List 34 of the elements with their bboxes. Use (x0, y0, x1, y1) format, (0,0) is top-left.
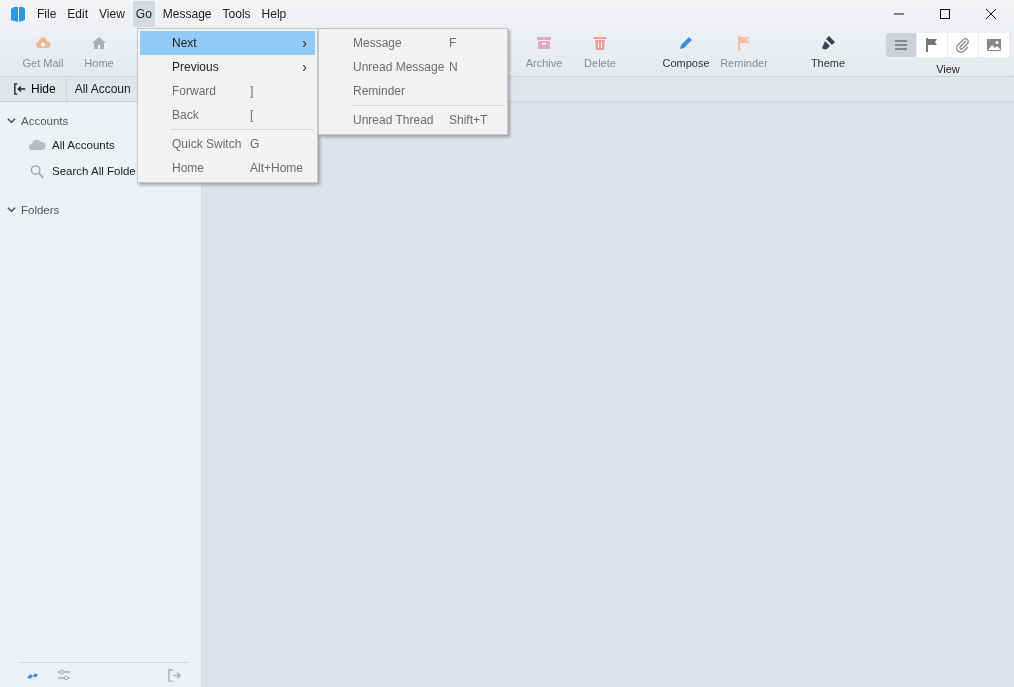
cloud-download-icon (35, 35, 51, 51)
app-logo-icon (10, 5, 26, 23)
collapse-sidebar-icon (14, 83, 26, 95)
toolbar-button[interactable]: Compose (658, 30, 714, 74)
folder-location-label: All Accoun (74, 82, 131, 96)
menu-bar-item[interactable]: View (96, 1, 128, 27)
pencil-icon (678, 35, 694, 51)
view-toggle-button[interactable] (886, 33, 917, 57)
toolbar-button[interactable]: Theme (800, 30, 856, 74)
cloud-icon (28, 139, 46, 151)
menu-item[interactable]: Previous › (140, 55, 315, 79)
menu-bar-item[interactable]: Edit (64, 1, 92, 27)
flag-icon (924, 37, 940, 53)
menu-bar-item[interactable]: File (34, 1, 60, 27)
activity-icon[interactable] (26, 670, 39, 680)
menu-bar-item[interactable]: Message (159, 1, 215, 27)
list-icon (893, 37, 909, 53)
menu-item[interactable]: Next › (140, 31, 315, 55)
view-label: View (936, 63, 960, 75)
image-icon (986, 37, 1002, 53)
paperclip-icon (955, 37, 971, 53)
brush-icon (820, 35, 836, 51)
section-header[interactable]: Folders (0, 198, 201, 221)
menu-bar-item[interactable]: Go (132, 1, 155, 27)
menu-bar-item[interactable]: Tools (219, 1, 254, 27)
trash-icon (592, 35, 608, 51)
menu-bar-item[interactable]: Help (258, 1, 290, 27)
flag-icon (736, 35, 752, 51)
home-icon (91, 35, 107, 51)
hide-button[interactable]: Hide (0, 77, 67, 101)
archive-icon (536, 35, 552, 51)
sliders-icon[interactable] (57, 669, 71, 681)
logout-icon[interactable] (168, 668, 181, 682)
search-icon (28, 163, 46, 179)
